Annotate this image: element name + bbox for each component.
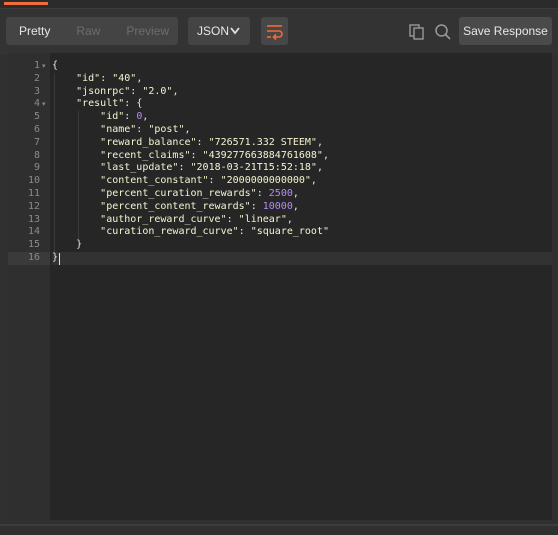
response-toolbar: Pretty Raw Preview JSON Save Response <box>0 8 558 55</box>
preview-button[interactable]: Preview <box>113 17 182 45</box>
code-line: "id": 0, <box>100 111 149 123</box>
chevron-down-icon <box>229 18 241 54</box>
bottom-bar <box>0 520 558 535</box>
copy-icon[interactable] <box>408 23 426 41</box>
response-body-editor[interactable]: 1 ▾ 2 3 4 ▾ 5 6 7 8 9 10 11 12 13 14 15 16 { "id": "40", … <box>8 53 552 520</box>
line-number: 12 <box>27 200 40 212</box>
code-line: "author_reward_curve": "linear", <box>100 213 293 225</box>
line-number: 9 <box>33 162 40 174</box>
line-number: 10 <box>27 175 40 187</box>
line-number: 3 <box>33 85 40 97</box>
code-line: "percent_curation_rewards": 2500, <box>100 188 299 199</box>
line-number: 6 <box>33 124 40 135</box>
indent-guide <box>78 111 79 240</box>
raw-button[interactable]: Raw <box>63 17 113 45</box>
code-line: "name": "post", <box>100 124 191 135</box>
pretty-button[interactable]: Pretty <box>6 17 63 45</box>
code-line: "id": "40", <box>76 72 143 84</box>
save-response-button[interactable]: Save Response <box>459 17 552 45</box>
code-line: "last_update": "2018-03-21T15:52:18", <box>100 162 323 174</box>
line-number: 4 <box>33 98 40 110</box>
code-line: "result": { <box>76 98 143 110</box>
line-number: 14 <box>27 226 40 238</box>
line-number: 1 <box>33 60 40 71</box>
line-number: 15 <box>27 239 40 251</box>
wrap-lines-button[interactable] <box>261 17 288 45</box>
line-number: 2 <box>33 72 40 84</box>
code-line: } <box>76 239 83 251</box>
text-cursor <box>59 252 60 265</box>
line-number: 16 <box>27 252 40 263</box>
search-icon[interactable] <box>434 23 452 41</box>
code-line: "reward_balance": "726571.332 STEEM", <box>100 136 323 148</box>
code-line: "curation_reward_curve": "square_root" <box>100 226 329 238</box>
line-number: 11 <box>27 188 40 199</box>
divider <box>0 524 558 526</box>
code-line: { <box>52 60 59 71</box>
fold-toggle-icon[interactable]: ▾ <box>42 100 46 108</box>
code-line: "content_constant": "2000000000000", <box>100 175 317 187</box>
code-line: "percent_content_rewards": 10000, <box>100 200 299 212</box>
line-number-gutter: 1 ▾ 2 3 4 ▾ 5 6 7 8 9 10 11 12 13 14 15 16 <box>8 53 50 520</box>
top-tab-strip <box>0 0 558 8</box>
line-number: 8 <box>33 149 40 161</box>
indent-guide <box>54 72 55 252</box>
code-line: "recent_claims": "439277663884761608", <box>100 149 329 161</box>
fold-toggle-icon[interactable]: ▾ <box>42 62 46 70</box>
code-line: "jsonrpc": "2.0", <box>76 85 179 97</box>
format-dropdown-label: JSON <box>197 24 230 38</box>
format-dropdown[interactable]: JSON <box>188 17 250 45</box>
code-line: } <box>52 252 552 265</box>
line-number: 7 <box>33 136 40 148</box>
line-number: 13 <box>27 213 40 225</box>
active-tab-indicator <box>4 2 48 5</box>
wrap-lines-icon <box>267 25 283 41</box>
view-mode-segmented-control: Pretty Raw Preview <box>6 17 178 45</box>
line-number: 5 <box>33 111 40 123</box>
